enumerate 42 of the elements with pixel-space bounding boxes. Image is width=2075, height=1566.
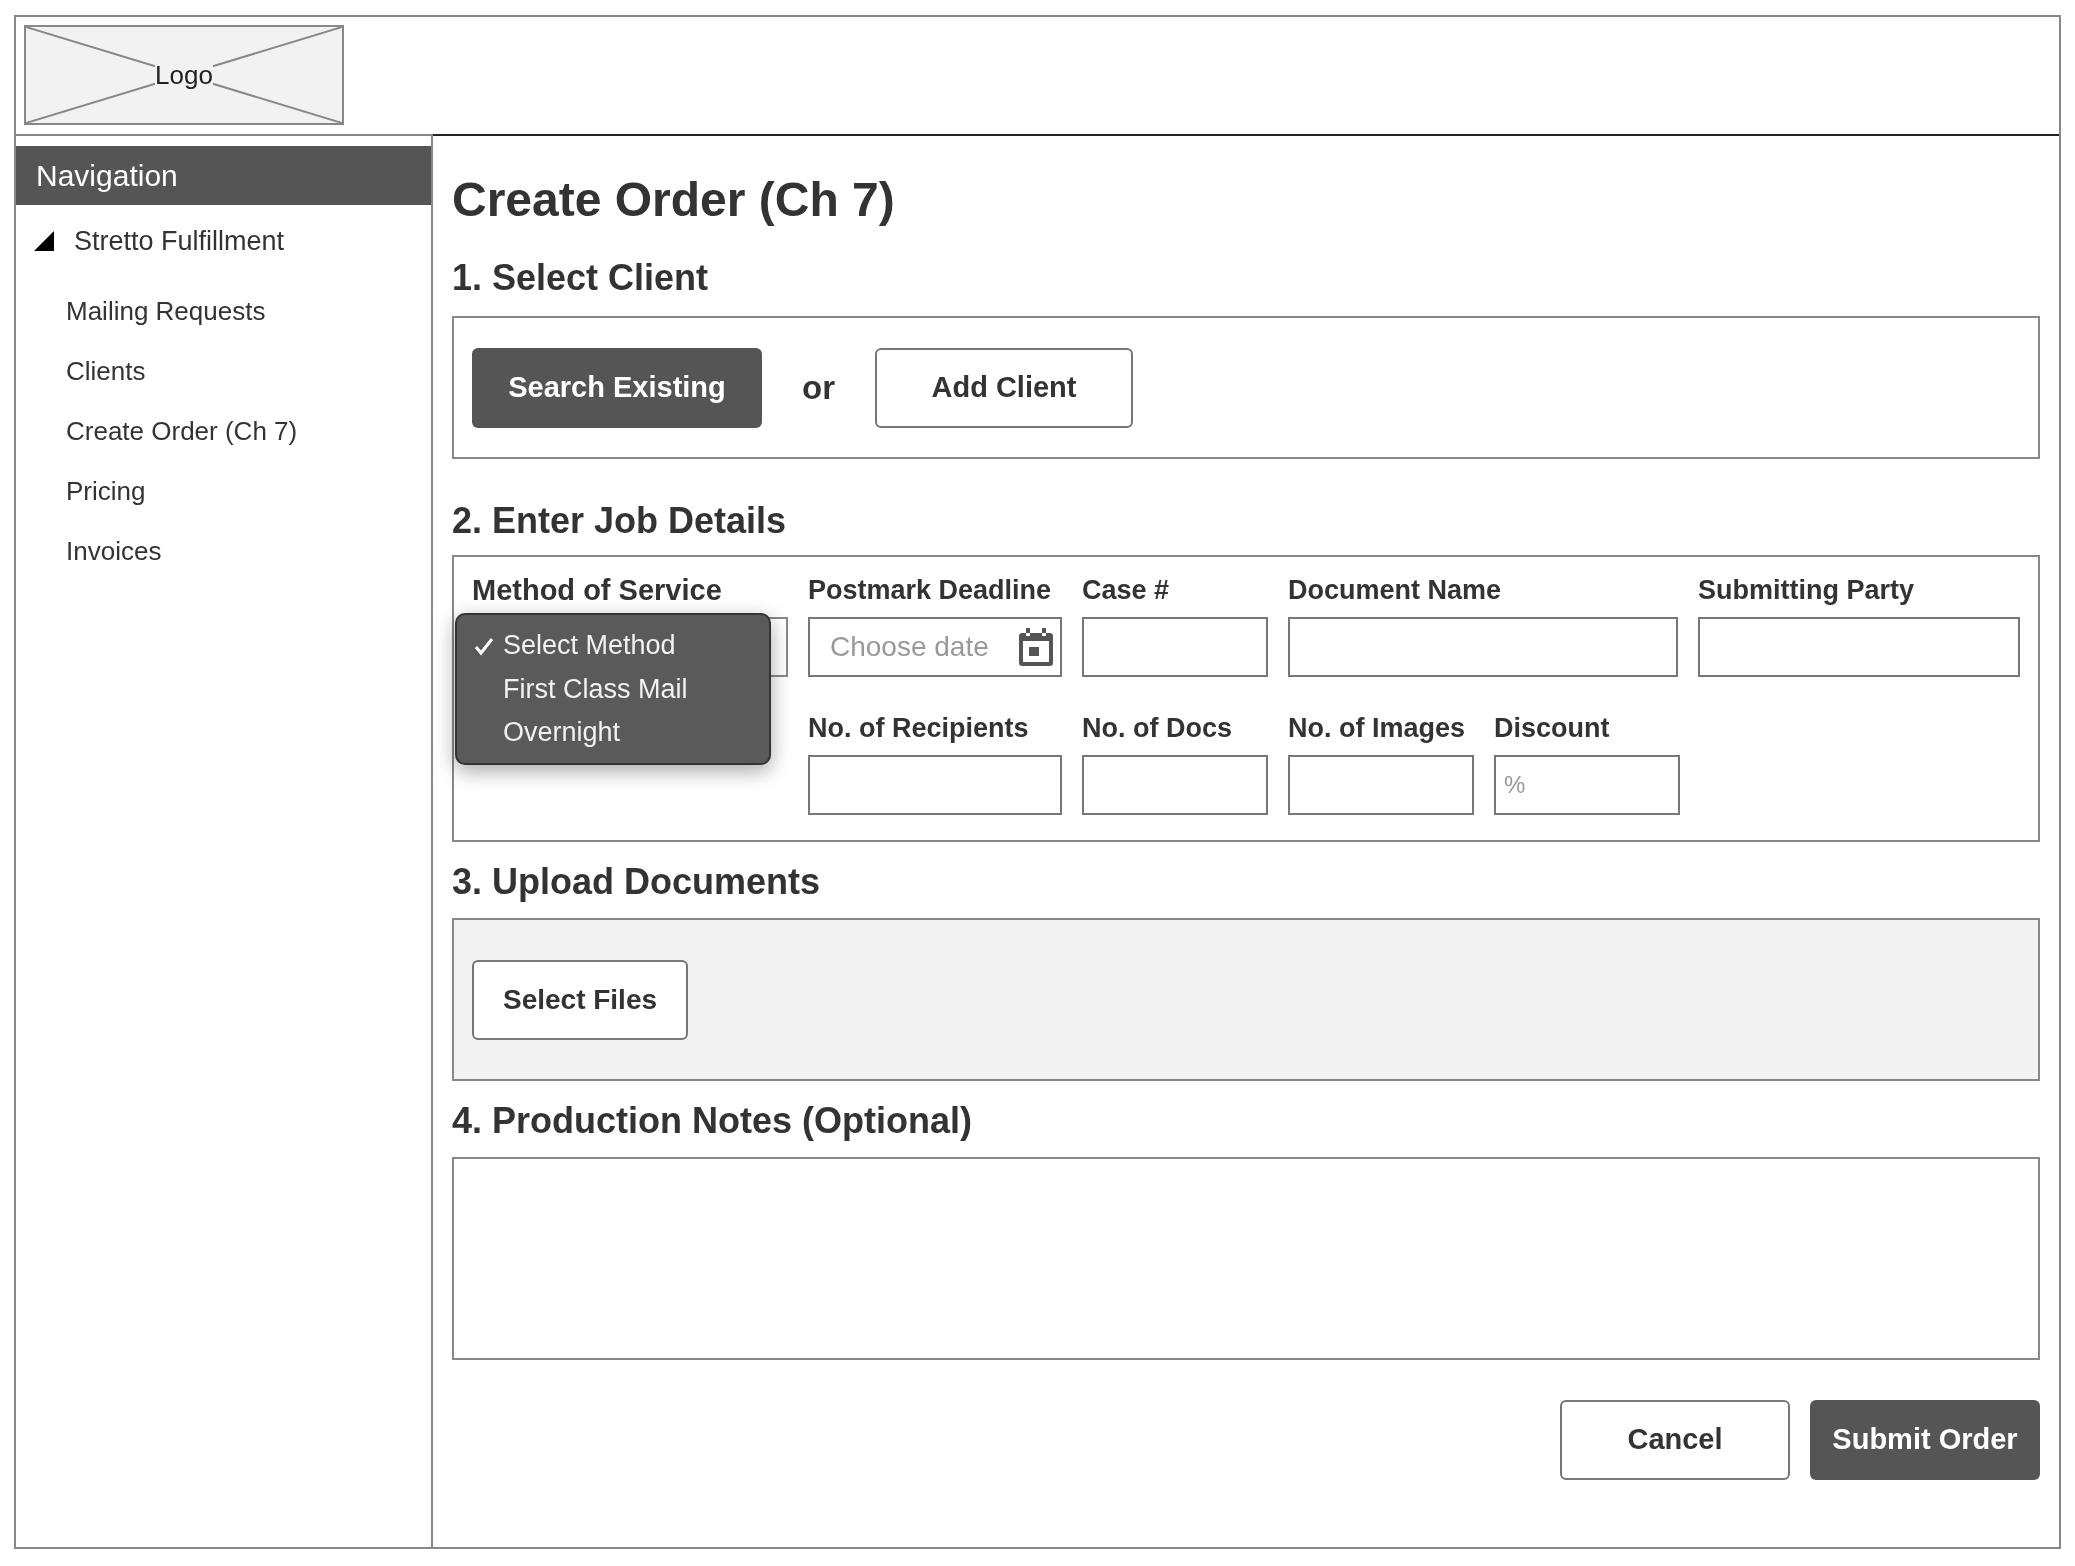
field-label: Document Name xyxy=(1288,574,1502,607)
input-field[interactable] xyxy=(1288,755,1474,815)
nav-item[interactable]: Clients xyxy=(66,341,146,401)
search-existing-button[interactable]: Search Existing xyxy=(472,347,762,428)
field-label: Case # xyxy=(1082,574,1170,607)
checkmark-icon xyxy=(474,635,494,656)
nav-item[interactable]: Create Order (Ch 7) xyxy=(66,401,298,461)
field-label: Postmark Deadline xyxy=(808,574,1052,607)
submit-order-button[interactable]: Submit Order xyxy=(1810,1400,2040,1480)
nav-item[interactable]: Invoices xyxy=(66,521,162,581)
navigation-header: Navigation xyxy=(16,146,431,205)
field-label: No. of Docs xyxy=(1082,712,1232,745)
add-client-button[interactable]: Add Client xyxy=(875,347,1133,428)
section-heading: 1. Select Client xyxy=(452,256,710,300)
or-separator: or xyxy=(802,367,835,408)
page-title: Create Order (Ch 7) xyxy=(452,172,896,228)
dropdown-option[interactable]: First Class Mail xyxy=(457,667,769,711)
nav-item[interactable]: Mailing Requests xyxy=(66,281,266,341)
dropdown-option[interactable]: Select Method xyxy=(457,624,769,668)
nav-group[interactable]: Stretto Fulfillment xyxy=(74,220,285,262)
section-heading: 4. Production Notes (Optional) xyxy=(452,1099,973,1143)
dropdown-option[interactable]: Overnight xyxy=(457,710,769,754)
field-label: Method of Service xyxy=(472,573,723,607)
input-field[interactable] xyxy=(1288,617,1678,677)
input-field[interactable] xyxy=(1082,755,1268,815)
expanded-triangle-icon[interactable] xyxy=(34,231,54,251)
notes-field[interactable] xyxy=(452,1157,2040,1360)
field-label: Discount xyxy=(1494,712,1610,745)
nav-item[interactable]: Pricing xyxy=(66,461,146,521)
input-field[interactable] xyxy=(1698,617,2020,677)
select-files-button[interactable]: Select Files xyxy=(472,959,688,1040)
section-heading: 3. Upload Documents xyxy=(452,860,822,904)
date-field[interactable]: Choose date xyxy=(808,617,1062,677)
field-label: Submitting Party xyxy=(1698,574,1914,607)
calendar-icon xyxy=(1018,627,1054,667)
input-field[interactable] xyxy=(808,755,1062,815)
field-label: No. of Images xyxy=(1288,712,1466,745)
cancel-button[interactable]: Cancel xyxy=(1560,1400,1790,1480)
input-field[interactable]: % xyxy=(1494,755,1680,815)
input-field[interactable] xyxy=(1082,617,1268,677)
section-heading: 2. Enter Job Details xyxy=(452,499,788,543)
field-label: No. of Recipients xyxy=(808,712,1029,745)
